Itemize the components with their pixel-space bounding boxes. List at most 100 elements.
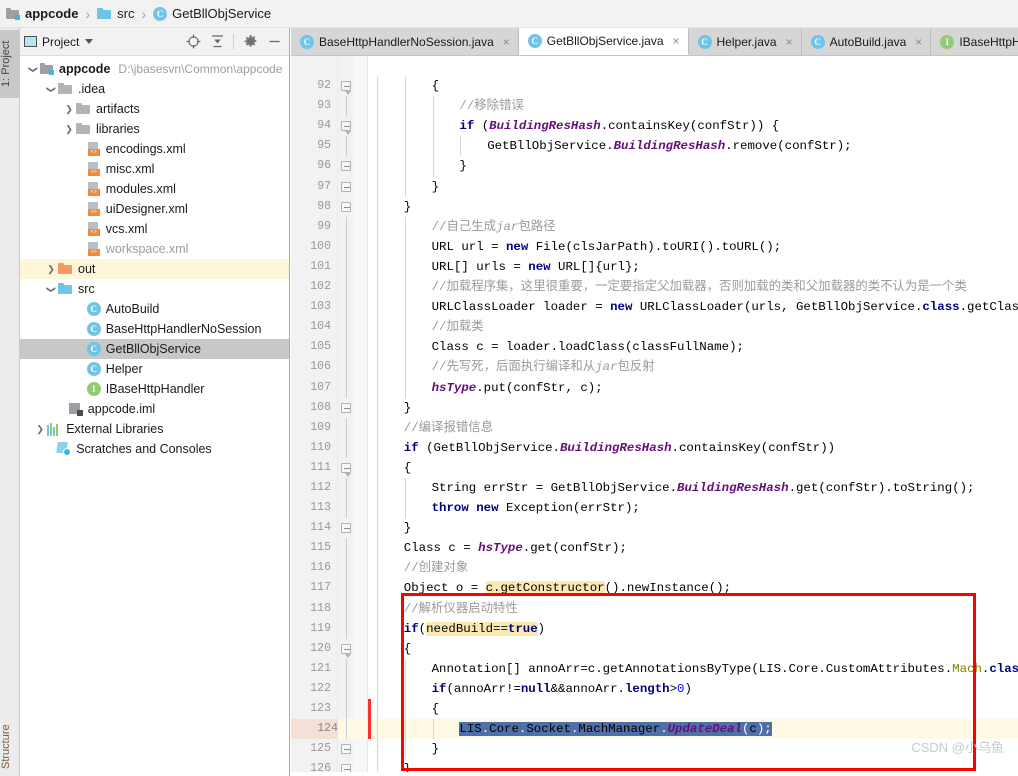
code-line[interactable]: 102 //加载程序集，这里很重要，一定要指定父加载器，否则加载的类和父加载器的类… [291,277,1018,298]
code-line[interactable]: 104 //加载类 [291,317,1018,338]
chevron-right-icon[interactable] [44,264,58,275]
code-line[interactable]: 124 LIS.Core.Socket.MachManager.UpdateDea… [291,719,1018,740]
tree-node-src[interactable]: src [20,279,289,299]
code-line[interactable]: 122 if(annoArr!=null&&annoArr.length>0) [291,678,1018,699]
fold-region-line [346,598,347,619]
code-line[interactable]: 105 Class c = loader.loadClass(classFullN… [291,337,1018,358]
tree-node-appcode[interactable]: appcode D:\jbasesvn\Common\appcode [20,59,289,79]
fold-toggle-icon[interactable] [341,744,351,755]
chevron-down-icon[interactable] [85,39,94,44]
horizontal-scrollbar[interactable] [291,772,1018,776]
line-number: 122 [310,681,331,695]
code-line[interactable]: 94 if (BuildingResHash.containsKey(confSt… [291,116,1018,137]
code-line[interactable]: 115 Class c = hsType.get(confStr); [291,538,1018,559]
crosshair-target-icon[interactable] [182,31,204,53]
code-line[interactable]: 109 //编译报错信息 [291,417,1018,438]
class-icon: C [86,322,101,336]
close-icon[interactable]: × [673,34,680,48]
code-line[interactable]: 103 URLClassLoader loader = new URLClassL… [291,297,1018,318]
fold-toggle-icon[interactable] [341,81,351,96]
tree-node-external-libraries[interactable]: External Libraries [20,419,289,439]
tree-node-ibasehttphandler[interactable]: I IBaseHttpHandler [20,379,289,399]
code-viewport[interactable]: 91{92{93//移除错误94if (BuildingResHash.cont… [291,56,1018,776]
tree-node-idea[interactable]: .idea [20,79,289,99]
tree-node-getbllobjservice[interactable]: C GetBllObjService [20,339,289,359]
fold-toggle-icon[interactable] [341,402,351,413]
code-line[interactable]: 111 { [291,457,1018,478]
tree-node-helper[interactable]: C Helper [20,359,289,379]
code-line[interactable]: 92 { [291,76,1018,97]
close-icon[interactable]: × [786,35,793,49]
tree-node-out[interactable]: out [20,259,289,279]
tree-node-scratches-and-consoles[interactable]: Scratches and Consoles [20,439,289,459]
tree-node-modules-xml[interactable]: <> modules.xml [20,179,289,199]
tree-node-artifacts[interactable]: artifacts [20,99,289,119]
chevron-right-icon[interactable] [62,124,76,135]
code-text: LIS.Core.Socket.MachManager.UpdateDeal(c… [459,722,772,737]
chevron-down-icon[interactable] [44,84,58,95]
tool-window-button-structure[interactable]: Structure [0,718,20,776]
code-line[interactable]: 117 Object o = c.getConstructor().newInst… [291,578,1018,599]
code-line[interactable]: 99 //自己生成jar包路径 [291,216,1018,237]
editor-tab-bar[interactable]: C BaseHttpHandlerNoSession.java × C GetBllOb… [291,28,1018,56]
code-line[interactable]: 116 //创建对象 [291,558,1018,579]
code-line[interactable]: 113 throw new Exception(errStr); [291,498,1018,519]
editor-tab-basehttphandlernosession[interactable]: C BaseHttpHandlerNoSession.java × [291,28,519,55]
chevron-down-icon[interactable] [26,64,40,75]
close-icon[interactable]: × [915,35,922,49]
code-line[interactable]: 120 { [291,638,1018,659]
collapse-all-icon[interactable] [206,31,228,53]
tree-node-workspace-xml[interactable]: <> workspace.xml [20,239,289,259]
code-lines[interactable]: 91{92{93//移除错误94if (BuildingResHash.cont… [291,56,1018,776]
fold-toggle-icon[interactable] [341,643,351,658]
project-tree[interactable]: appcode D:\jbasesvn\Common\appcode .idea ar… [20,56,289,776]
tree-node-appcode-iml[interactable]: appcode.iml [20,399,289,419]
code-line[interactable]: 112 String errStr = GetBllObjService.Buil… [291,477,1018,499]
fold-toggle-icon[interactable] [341,201,351,212]
tree-node-encodings-xml[interactable]: <> encodings.xml [20,139,289,159]
code-line[interactable]: 106 //先写死，后面执行编译和从jar包反射 [291,357,1018,378]
fold-toggle-icon[interactable] [341,121,351,136]
editor-tab-ibasehttphandler[interactable]: IIBaseHttpHandler.java× [931,28,1018,55]
code-line[interactable]: 100 URL url = new File(clsJarPath).toURI(… [291,236,1018,257]
minimize-icon[interactable] [263,31,285,53]
fold-toggle-icon[interactable] [341,523,351,534]
line-number: 115 [310,541,331,555]
close-icon[interactable]: × [503,35,510,49]
code-line[interactable]: 95 GetBllObjService.BuildingResHash.remov… [291,136,1018,157]
fold-toggle-icon[interactable] [341,181,351,192]
editor-tab-autobuild[interactable]: C AutoBuild.java × [801,28,932,55]
code-line[interactable]: 93 //移除错误 [291,96,1018,117]
code-line[interactable]: 96} [291,156,1018,177]
code-line[interactable]: 118 //解析仪器启动特性 [291,598,1018,619]
tool-window-button-project[interactable]: 1: Project [0,30,20,98]
tree-node-libraries[interactable]: libraries [20,119,289,139]
code-line[interactable]: 107 hsType.put(confStr, c); [291,377,1018,398]
editor-tab-getbllobjservice[interactable]: C GetBllObjService.java × [518,28,689,55]
chevron-right-icon[interactable] [62,104,76,115]
code-line[interactable]: 121 Annotation[] annoArr=c.getAnnotations… [291,658,1018,679]
code-line[interactable]: 98} [291,196,1018,217]
editor-tab-helper[interactable]: C Helper.java × [688,28,802,55]
fold-toggle-icon[interactable] [341,161,351,172]
tree-node-basehttphandlernosession[interactable]: C BaseHttpHandlerNoSession [20,319,289,339]
code-line[interactable]: 119 if(needBuild==true) [291,618,1018,639]
chevron-down-icon[interactable] [44,284,58,295]
code-line[interactable]: 108} [291,397,1018,418]
code-line[interactable]: 97} [291,176,1018,197]
tree-node-uidesigner-xml[interactable]: <> uiDesigner.xml [20,199,289,219]
code-line[interactable]: 114} [291,518,1018,539]
breadcrumb-item-appcode[interactable]: appcode [6,0,78,28]
breadcrumb-item-src[interactable]: src [97,0,134,28]
breadcrumb-item-class[interactable]: C GetBllObjService [153,0,271,28]
code-line[interactable]: 110 if (GetBllObjService.BuildingResHash.… [291,437,1018,458]
tree-node-misc-xml[interactable]: <> misc.xml [20,159,289,179]
code-line[interactable]: 101 URL[] urls = new URL[]{url}; [291,256,1018,278]
chevron-right-icon[interactable] [33,424,47,435]
tree-node-autobuild[interactable]: C AutoBuild [20,299,289,319]
gear-icon[interactable] [239,31,261,53]
code-line[interactable]: 123 { [291,699,1018,720]
code-line[interactable]: 125} [291,739,1018,760]
fold-toggle-icon[interactable] [341,462,351,477]
tree-node-vcs-xml[interactable]: <> vcs.xml [20,219,289,239]
